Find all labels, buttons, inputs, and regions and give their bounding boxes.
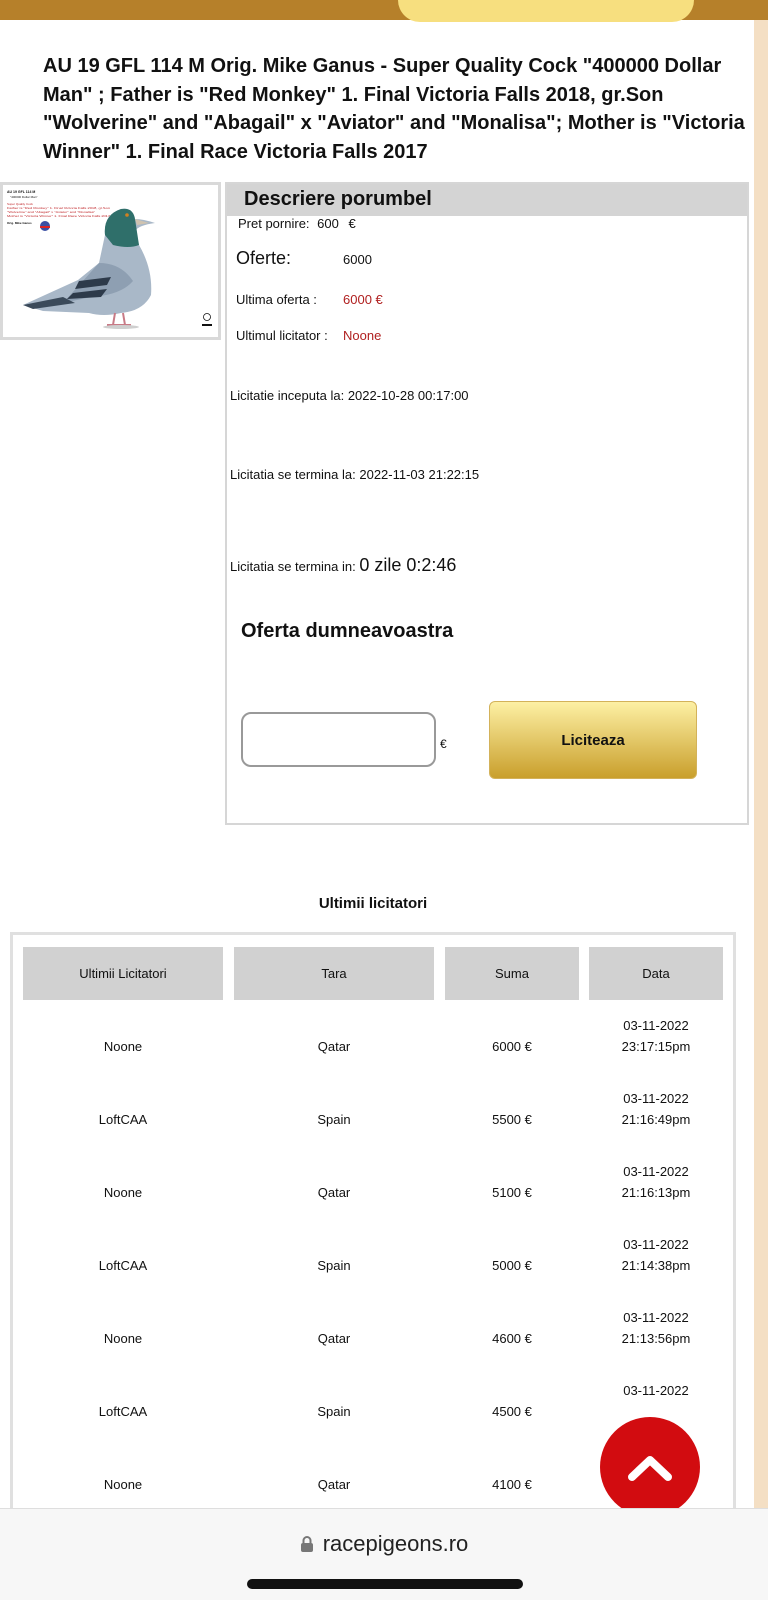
bidder-name: LoftCAA (98, 1112, 148, 1127)
scroll-to-top-button[interactable] (600, 1417, 700, 1517)
offers-value: 6000 (343, 252, 372, 267)
thumb-line-2: "400000 Dollar Man" (10, 195, 37, 199)
bidder-country: Qatar (317, 1331, 351, 1346)
column-header-amount: Suma (445, 947, 579, 1000)
chevron-up-icon (628, 1456, 672, 1481)
top-menu-pill[interactable] (398, 0, 694, 22)
address-field[interactable]: racepigeons.ro (0, 1531, 768, 1557)
start-price-currency: € (348, 216, 356, 231)
column-header-date: Data (589, 947, 723, 1000)
thumb-line-7: Orig. Mike Ganus (7, 221, 32, 225)
start-price-label: Pret pornire: (238, 216, 310, 231)
pigeon-photo: AU 19 GFL 114 M "400000 Dollar Man" Supe… (3, 185, 218, 337)
auction-started-value: 2022-10-28 00:17:00 (347, 388, 469, 403)
bidder-country: Spain (317, 1112, 351, 1127)
bid-amount: 5000 € (492, 1258, 532, 1273)
auction-ends-at-value: 2022-11-03 21:22:15 (359, 467, 480, 482)
last-bidder-label: Ultimul licitator : (236, 328, 328, 343)
your-offer-title: Oferta dumneavoastra (241, 620, 454, 642)
bid-time: 21:14:38pm (621, 1258, 691, 1273)
auction-countdown-value: 0 zile 0:2:46 (359, 555, 457, 575)
auction-countdown-row: Licitatia se termina in: 0 zile 0:2:46 (230, 555, 456, 576)
bid-amount: 4500 € (492, 1404, 532, 1419)
bidder-country: Qatar (317, 1477, 351, 1492)
start-price-value: 600 (317, 216, 339, 231)
home-indicator[interactable] (247, 1579, 523, 1589)
bidder-name: Noone (103, 1331, 143, 1346)
auction-started-label: Licitatie inceputa la: (230, 388, 345, 403)
description-header: Descriere porumbel (227, 184, 747, 216)
listing-title: AU 19 GFL 114 M Orig. Mike Ganus - Super… (43, 55, 745, 163)
bid-date: 03-11-2022 (623, 1310, 689, 1325)
last-offer-label: Ultima oferta : (236, 292, 317, 307)
bidder-country: Spain (317, 1258, 351, 1273)
bid-currency: € (440, 737, 447, 751)
bidder-name: LoftCAA (98, 1258, 148, 1273)
pigeon-thumbnail[interactable]: AU 19 GFL 114 M "400000 Dollar Man" Supe… (0, 182, 221, 340)
bid-date: 03-11-2022 (623, 1383, 689, 1398)
bid-time: 21:13:56pm (621, 1331, 691, 1346)
last-bidder-value: Noone (343, 328, 382, 343)
bidder-name: LoftCAA (98, 1404, 148, 1419)
auction-ends-at-label: Licitatia se termina la: (230, 467, 356, 482)
offers-row: Oferte: (236, 248, 291, 269)
bid-time: 21:16:49pm (621, 1112, 691, 1127)
bid-amount: 5100 € (492, 1185, 532, 1200)
last-offer-value: 6000 € (343, 292, 383, 307)
place-bid-button[interactable]: Liciteaza (489, 701, 697, 779)
lock-icon (300, 1536, 313, 1552)
column-header-country: Tara (234, 947, 434, 1000)
bidder-name: Noone (103, 1477, 143, 1492)
bid-amount: 5500 € (492, 1112, 532, 1127)
bid-date: 03-11-2022 (623, 1237, 689, 1252)
bid-amount: 6000 € (492, 1039, 532, 1054)
bid-time: 21:16:13pm (621, 1185, 691, 1200)
url-text: racepigeons.ro (322, 1531, 469, 1556)
auction-countdown-label: Licitatia se termina in: (230, 559, 356, 574)
description-title: Descriere porumbel (244, 188, 432, 210)
bid-date: 03-11-2022 (623, 1091, 689, 1106)
browser-address-bar: racepigeons.ro (0, 1508, 768, 1600)
bidder-country: Spain (317, 1404, 351, 1419)
bid-amount: 4100 € (492, 1477, 532, 1492)
column-header-bidder: Ultimii Licitatori (23, 947, 223, 1000)
bidder-country: Qatar (317, 1039, 351, 1054)
bid-date: 03-11-2022 (623, 1164, 689, 1179)
thumb-line-1: AU 19 GFL 114 M (7, 190, 35, 194)
offers-label: Oferte: (236, 248, 292, 268)
bidder-name: Noone (103, 1185, 143, 1200)
pigeon-description-panel: Descriere porumbel Pret pornire: 600 € O… (225, 182, 749, 825)
bidder-country: Qatar (317, 1185, 351, 1200)
start-price-row: Pret pornire: 600 € (238, 216, 356, 231)
thumb-line-6: Mother is "Victoria Winner" 1. Final Rac… (7, 214, 110, 218)
auction-started-row: Licitatie inceputa la: 2022-10-28 00:17:… (230, 388, 469, 403)
bid-time: 23:17:15pm (621, 1039, 691, 1054)
bid-amount-input[interactable] (241, 712, 436, 767)
bid-amount: 4600 € (492, 1331, 532, 1346)
bidder-name: Noone (103, 1039, 143, 1054)
side-strip (754, 20, 768, 1510)
recent-bidders-caption: Ultimii licitatori (318, 895, 428, 912)
bid-date: 03-11-2022 (623, 1018, 689, 1033)
auction-ends-at-row: Licitatia se termina la: 2022-11-03 21:2… (230, 467, 479, 482)
